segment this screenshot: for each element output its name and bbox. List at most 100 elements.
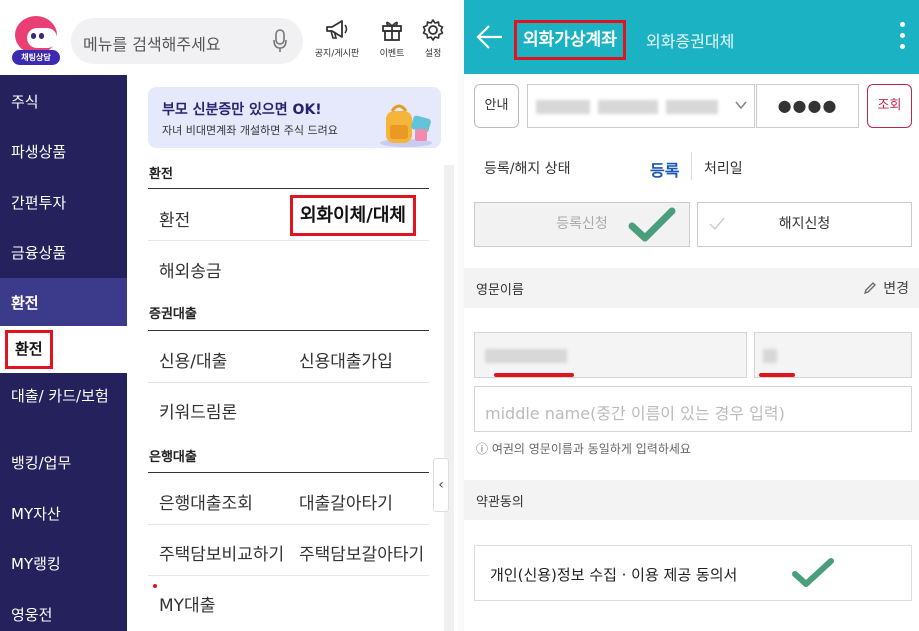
sidebar-item-easy-invest[interactable]: 간편투자 <box>0 178 127 228</box>
row-divider <box>148 524 429 525</box>
chevron-down-icon <box>735 101 747 110</box>
english-name-title: 영문이름 <box>476 283 524 298</box>
sidebar-item-heroes[interactable]: 영웅전 <box>0 590 127 631</box>
terms-section-header: 약관동의 <box>464 480 919 520</box>
password-field[interactable]: ●●●● <box>756 84 859 128</box>
checkmark-icon <box>628 207 676 242</box>
gift-icon <box>382 21 402 41</box>
settings-button[interactable]: 설정 <box>410 18 456 59</box>
guide-button[interactable]: 안내 <box>474 84 519 128</box>
tab-fx-virtual-account[interactable]: 외화가상계좌 <box>514 20 626 60</box>
consent-item[interactable]: 개인(신용)정보 수집 · 이용 제공 동의서 <box>474 545 912 601</box>
menu-mortgage-switch[interactable]: 주택담보갈아타기 <box>299 540 424 565</box>
event-label: 이벤트 <box>379 49 405 59</box>
chat-badge: 채팅상담 <box>12 50 60 65</box>
sidebar-item-loan-card-insurance[interactable]: 대출/ 카드/보험 <box>0 380 127 434</box>
menu-panel: 채팅상담 메뉴를 검색해주세요 공지/게시판 이벤트 설정 주식 파생상품 간편… <box>0 0 458 631</box>
terms-title: 약관동의 <box>476 495 524 510</box>
search-placeholder: 메뉴를 검색해주세요 <box>83 35 221 54</box>
more-menu-icon[interactable] <box>900 22 906 52</box>
sidebar-subitem-exchange[interactable]: 환전 <box>0 326 127 373</box>
highlight-underline <box>759 373 795 377</box>
microphone-icon[interactable] <box>273 29 287 53</box>
tab-fx-securities-transfer[interactable]: 외화증권대체 <box>646 28 734 52</box>
event-button[interactable]: 이벤트 <box>369 18 415 59</box>
bot-icon <box>15 16 57 54</box>
processed-date-label: 처리일 <box>704 161 743 177</box>
masked-account-number <box>666 100 718 114</box>
checkmark-icon <box>792 558 834 587</box>
menu-loan-switch[interactable]: 대출갈아타기 <box>299 489 393 514</box>
check-outline-icon <box>709 217 725 231</box>
settings-label: 설정 <box>424 49 442 59</box>
category-sidebar: 주식 파생상품 간편투자 금융상품 환전 환전 대출/ 카드/보험 뱅킹/업무 … <box>0 75 127 631</box>
pencil-icon <box>864 282 877 295</box>
section-divider <box>148 472 429 473</box>
masked-name <box>485 349 567 363</box>
sidebar-item-stocks[interactable]: 주식 <box>0 77 127 127</box>
middle-name-placeholder: middle name(중간 이름이 있는 경우 입력) <box>485 404 785 423</box>
section-title-exchange: 환전 <box>149 167 173 182</box>
menu-fx-transfer[interactable]: 외화이체/대체 <box>290 195 416 236</box>
sidebar-item-financial-products[interactable]: 금융상품 <box>0 228 127 278</box>
menu-mortgage-compare[interactable]: 주택담보비교하기 <box>159 540 284 565</box>
menu-credit-loan[interactable]: 신용/대출 <box>159 347 227 372</box>
status-separator <box>691 152 692 180</box>
megaphone-icon <box>326 20 348 39</box>
menu-bank-loan-inquiry[interactable]: 은행대출조회 <box>159 489 253 514</box>
menu-content: 부모 신분증만 있으면 OK! 자녀 비대면계좌 개설하면 주식 드려요 환전 … <box>127 75 458 631</box>
query-button[interactable]: 조회 <box>867 84 912 128</box>
notice-board-button[interactable]: 공지/게시판 <box>314 18 360 59</box>
banner-title: 부모 신분증만 있으면 OK! <box>162 102 322 118</box>
section-divider <box>148 330 429 331</box>
masked-account-number <box>536 100 590 114</box>
menu-search-input[interactable]: 메뉴를 검색해주세요 <box>71 18 303 64</box>
first-name-field[interactable] <box>754 332 912 378</box>
banner-subtitle: 자녀 비대면계좌 개설하면 주식 드려요 <box>162 124 338 137</box>
sidebar-item-derivatives[interactable]: 파생상품 <box>0 127 127 177</box>
sidebar-item-exchange[interactable]: 환전 <box>0 278 127 328</box>
row-divider <box>148 575 429 576</box>
consent-label: 개인(신용)정보 수집 · 이용 제공 동의서 <box>490 566 738 584</box>
fx-virtual-account-screen: 외화가상계좌 외화증권대체 안내 ●●●● 조회 등록/해지 상태 등록 처리일… <box>464 0 919 631</box>
highlight-underline <box>494 373 574 377</box>
english-name-section-header: 영문이름 변경 <box>464 268 919 308</box>
scrollbar[interactable] <box>444 165 454 631</box>
menu-my-loan[interactable]: MY대출 <box>159 591 215 616</box>
menu-top-bar: 채팅상담 메뉴를 검색해주세요 공지/게시판 이벤트 설정 <box>0 0 458 75</box>
menu-keyword-loan[interactable]: 키워드림론 <box>159 398 237 423</box>
section-title-securities-loan: 증권대출 <box>149 307 197 322</box>
new-indicator-dot <box>153 584 157 588</box>
edit-name-button[interactable]: 변경 <box>863 278 909 298</box>
last-name-field[interactable] <box>474 332 747 378</box>
section-divider <box>148 188 429 189</box>
screen-header: 외화가상계좌 외화증권대체 <box>464 0 919 74</box>
status-label: 등록/해지 상태 <box>484 161 571 177</box>
notice-board-label: 공지/게시판 <box>314 49 360 59</box>
section-title-bank-loan: 은행대출 <box>149 450 197 465</box>
cancel-registration-button[interactable]: 해지신청 <box>697 202 912 247</box>
menu-overseas-remittance[interactable]: 해외송금 <box>159 257 222 282</box>
promo-banner[interactable]: 부모 신분증만 있으면 OK! 자녀 비대면계좌 개설하면 주식 드려요 <box>148 87 441 148</box>
masked-name <box>763 349 777 363</box>
status-value: 등록 <box>650 161 680 180</box>
middle-name-input[interactable]: middle name(중간 이름이 있는 경우 입력) <box>474 386 912 432</box>
sidebar-item-my-assets[interactable]: MY자산 <box>0 489 127 539</box>
row-divider <box>148 240 429 241</box>
gear-icon <box>422 19 444 41</box>
backpack-illustration <box>380 104 432 147</box>
collapse-panel-button[interactable]: ‹ <box>433 458 449 512</box>
masked-account-number <box>598 100 658 114</box>
chevron-left-icon: ‹ <box>438 477 444 493</box>
edit-label: 변경 <box>883 281 909 297</box>
sidebar-item-banking[interactable]: 뱅킹/업무 <box>0 438 127 488</box>
passport-name-hint: ⓘ 여권의 영문이름과 동일하게 입력하세요 <box>476 442 691 456</box>
back-arrow-icon[interactable] <box>476 24 504 50</box>
menu-exchange[interactable]: 환전 <box>159 206 190 231</box>
account-select[interactable] <box>527 84 755 128</box>
chat-bot-button[interactable]: 채팅상담 <box>9 14 63 68</box>
menu-credit-loan-signup[interactable]: 신용대출가입 <box>299 347 393 372</box>
row-divider <box>148 382 429 383</box>
sidebar-item-my-ranking[interactable]: MY랭킹 <box>0 539 127 589</box>
sidebar-subitem-exchange-label: 환전 <box>5 330 53 369</box>
